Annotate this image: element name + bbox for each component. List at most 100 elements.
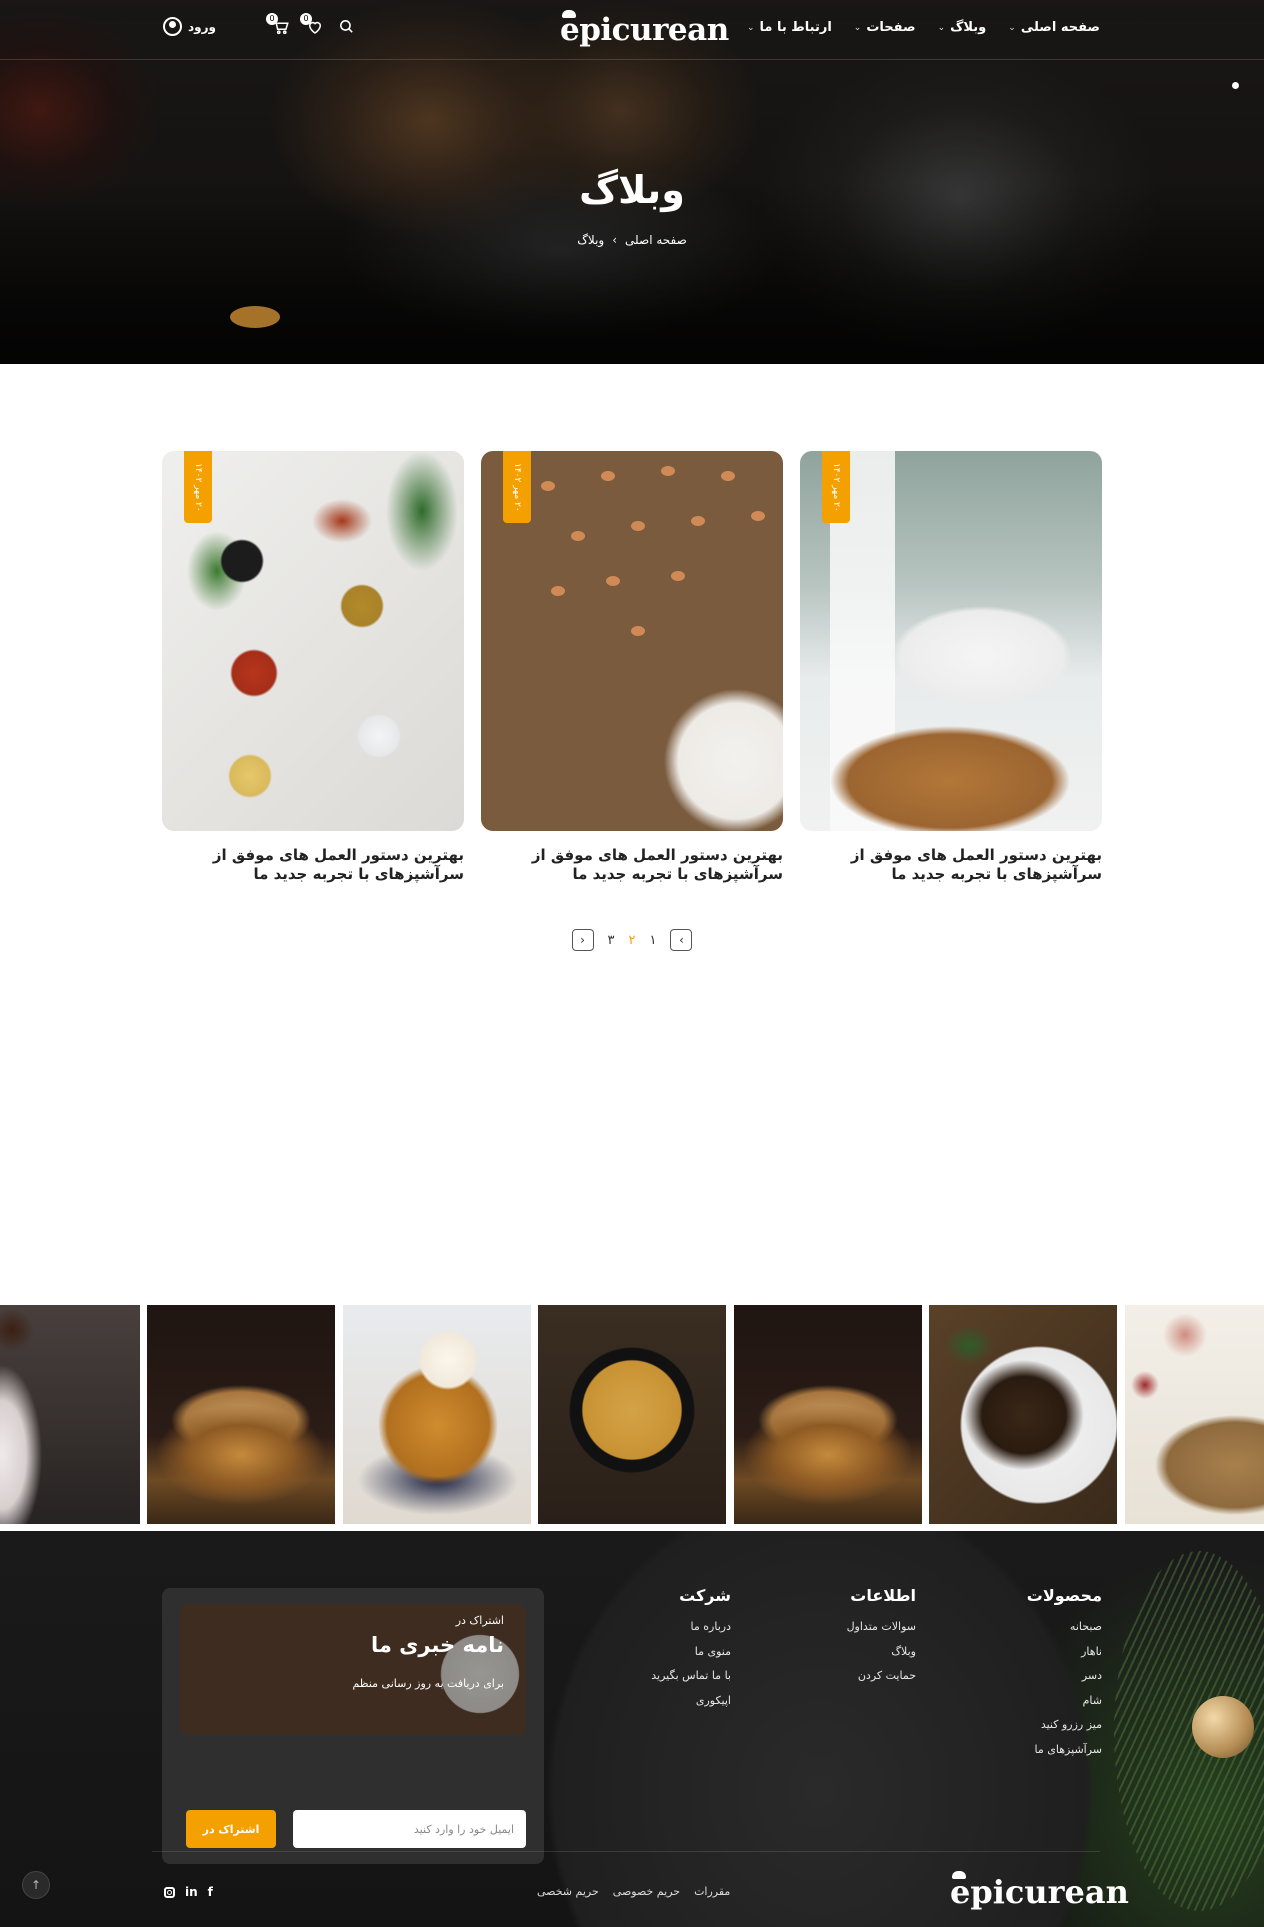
nav-item-blog[interactable]: وبلاگ ⌄ (938, 20, 987, 35)
strip-photo-burger[interactable] (147, 1305, 335, 1524)
instagram-photo-strip (0, 1305, 1264, 1524)
post-image-spices[interactable]: ۲۰ مهر ۱۴۰۲ (162, 451, 464, 831)
footer-link[interactable]: وبلاگ (847, 1640, 916, 1665)
footer-link[interactable]: حمایت کردن (847, 1664, 916, 1689)
blog-post-card[interactable]: ۲۰ مهر ۱۴۰۲ بهترین دستور العمل های موفق … (800, 451, 1102, 884)
newsletter-box: اشتراک در نامه خبری ما برای دریافت به رو… (162, 1588, 544, 1864)
almond-decoration (751, 511, 765, 521)
chevron-left-icon: › (612, 233, 618, 247)
chevron-down-icon: ⌄ (746, 22, 755, 33)
almond-decoration (601, 471, 615, 481)
strip-photo-pancakes[interactable] (343, 1305, 531, 1524)
post-title[interactable]: بهترین دستور العمل های موفق از سرآشپزهای… (800, 846, 1102, 884)
footer-column-information: اطلاعات سوالات متداول وبلاگ حمایت کردن (847, 1586, 916, 1689)
user-icon (163, 17, 182, 36)
newsletter-email-input[interactable] (293, 1810, 526, 1848)
almond-decoration (571, 531, 585, 541)
slider-dot[interactable] (1232, 82, 1239, 89)
blog-post-card[interactable]: ۲۰ مهر ۱۴۰۲ بهترین دستور العمل های موفق … (162, 451, 464, 884)
chevron-down-icon: ⌄ (853, 22, 862, 33)
wishlist-button[interactable]: 0 (300, 13, 326, 38)
almond-decoration (631, 626, 645, 636)
almond-decoration (691, 516, 705, 526)
footer-link[interactable]: شام (1027, 1689, 1102, 1714)
social-links: in f (164, 1885, 213, 1899)
strip-photo-shrimp-rice[interactable] (538, 1305, 726, 1524)
wishlist-count-badge: 0 (300, 13, 312, 25)
newsletter-pretitle: اشتراک در (455, 1614, 504, 1627)
footer-column-products: محصولات صبحانه ناهار دسر شام میز رزرو کن… (1027, 1586, 1102, 1762)
almond-decoration (631, 521, 645, 531)
footer-legal-link[interactable]: حریم شخصی (537, 1885, 599, 1898)
almond-decoration (541, 481, 555, 491)
nav-item-pages[interactable]: صفحات ⌄ (854, 20, 916, 35)
search-button[interactable] (338, 18, 358, 38)
post-date-badge: ۲۰ مهر ۱۴۰۲ (503, 451, 531, 523)
blog-post-card[interactable]: ۲۰ مهر ۱۴۰۲ بهترین دستور العمل های موفق … (481, 451, 783, 884)
cart-count-badge: 0 (266, 13, 278, 25)
nav-item-contact[interactable]: ارتباط با ما ⌄ (747, 20, 832, 35)
post-date-badge: ۲۰ مهر ۱۴۰۲ (822, 451, 850, 523)
footer-link[interactable]: دسر (1027, 1664, 1102, 1689)
instagram-icon[interactable] (164, 1886, 175, 1898)
cart-button[interactable]: 0 (266, 13, 292, 38)
post-image-yogurt-bowl[interactable]: ۲۰ مهر ۱۴۰۲ (800, 451, 1102, 831)
footer-legal-link[interactable]: حریم خصوصی (613, 1885, 680, 1898)
pagination-prev-button[interactable]: › (670, 929, 693, 951)
page-title: وبلاگ (579, 168, 685, 212)
footer-column-heading: محصولات (1026, 1586, 1102, 1605)
pagination-next-button[interactable]: ‹ (571, 929, 594, 951)
strip-photo-chocolate[interactable] (0, 1305, 140, 1524)
top-navigation-bar: ورود 0 0 epicurean صفحه اصلی ⌄ وبلاگ ⌄ صفح… (0, 0, 1264, 60)
pagination-page-1[interactable]: ۱ (650, 933, 657, 948)
strip-photo-grilled-meat[interactable] (929, 1305, 1117, 1524)
newsletter-subscribe-button[interactable]: اشتراک در (186, 1810, 276, 1848)
footer-divider (152, 1851, 1100, 1852)
footer-link[interactable]: اپیکوری (651, 1689, 731, 1714)
nav-item-home[interactable]: صفحه اصلی ⌄ (1008, 20, 1100, 35)
scroll-to-top-button[interactable]: ↑ (22, 1871, 50, 1899)
login-label: ورود (188, 19, 216, 34)
footer-logo[interactable]: epicurean (950, 1869, 1129, 1911)
post-image-brownie[interactable]: ۲۰ مهر ۱۴۰۲ (481, 451, 783, 831)
post-date-badge: ۲۰ مهر ۱۴۰۲ (184, 451, 212, 523)
breadcrumb-current: وبلاگ (577, 233, 605, 247)
arrow-up-icon: ↑ (30, 1878, 42, 1892)
site-logo[interactable]: epicurean (560, 6, 729, 50)
linkedin-icon[interactable]: in (185, 1885, 198, 1899)
post-title[interactable]: بهترین دستور العمل های موفق از سرآشپزهای… (481, 846, 783, 884)
chevron-down-icon: ⌄ (1008, 22, 1016, 33)
footer-link[interactable]: ناهار (1027, 1640, 1102, 1665)
chevron-down-icon: ⌄ (937, 22, 946, 33)
footer-column-company: شرکت درباره ما منوی ما با ما تماس بگیرید… (651, 1586, 731, 1713)
almond-decoration (551, 586, 565, 596)
page-hero: ورود 0 0 epicurean صفحه اصلی ⌄ وبلاگ ⌄ صفح… (0, 0, 1264, 364)
pagination-page-3[interactable]: ۳ (608, 933, 615, 948)
pagination: › ۱ ۲ ۳ ‹ (0, 929, 1264, 951)
newsletter-subtitle: برای دریافت به روز رسانی منظم (352, 1677, 504, 1690)
footer-link[interactable]: سرآشپزهای ما (1027, 1738, 1102, 1763)
ornament-decoration (1192, 1696, 1254, 1758)
footer-link[interactable]: درباره ما (651, 1615, 731, 1640)
footer-link[interactable]: صبحانه (1027, 1615, 1102, 1640)
pagination-page-2[interactable]: ۲ (629, 933, 636, 948)
footer-legal-links: مقررات حریم خصوصی حریم شخصی (537, 1885, 730, 1898)
footer-column-heading: شرکت (679, 1586, 731, 1605)
footer-link[interactable]: با ما تماس بگیرید (651, 1664, 731, 1689)
footer-link[interactable]: سوالات متداول (847, 1615, 916, 1640)
almond-decoration (661, 466, 675, 476)
breadcrumb-home-link[interactable]: صفحه اصلی (625, 233, 687, 247)
strip-photo-burger[interactable] (734, 1305, 922, 1524)
site-footer: محصولات صبحانه ناهار دسر شام میز رزرو کن… (0, 1531, 1264, 1927)
almond-decoration (606, 576, 620, 586)
footer-link[interactable]: منوی ما (651, 1640, 731, 1665)
login-button[interactable]: ورود (163, 17, 216, 36)
footer-legal-link[interactable]: مقررات (694, 1885, 730, 1898)
post-title[interactable]: بهترین دستور العمل های موفق از سرآشپزهای… (162, 846, 464, 884)
footer-link[interactable]: میز رزرو کنید (1027, 1713, 1102, 1738)
facebook-icon[interactable]: f (208, 1885, 213, 1899)
search-icon (340, 20, 353, 33)
strip-photo-cheese-board[interactable] (1125, 1305, 1264, 1524)
newsletter-title: نامه خبری ما (370, 1633, 504, 1657)
footer-column-heading: اطلاعات (850, 1586, 916, 1605)
